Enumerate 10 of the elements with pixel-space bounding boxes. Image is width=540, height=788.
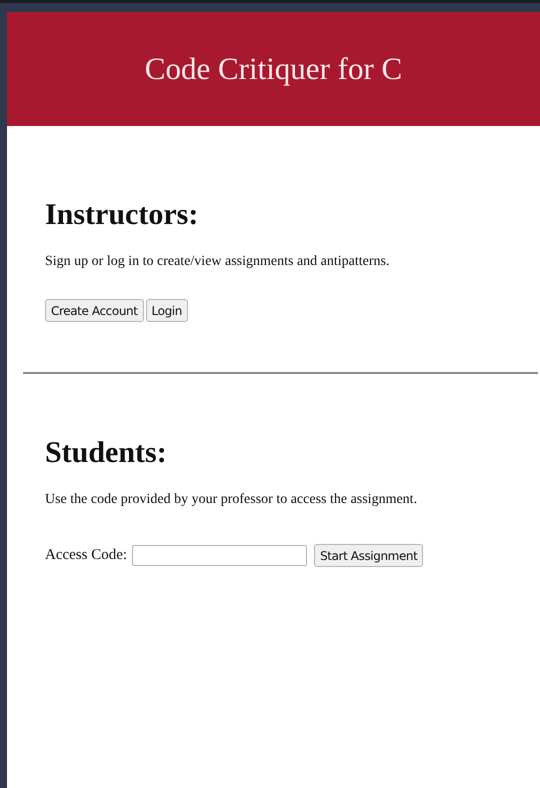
section-heading: Instructors:	[45, 198, 200, 232]
section-heading: Students:	[45, 436, 168, 470]
login-button[interactable]: Login	[146, 299, 188, 322]
access-code-field[interactable]	[132, 545, 308, 566]
field-label: Access Code:	[45, 547, 128, 564]
instructions-text: Use the code provided by your professor to access the assignment.	[45, 492, 418, 508]
start-assignment-button[interactable]: Start Assignment	[314, 544, 424, 567]
create-account-button[interactable]: Create Account	[45, 299, 144, 322]
instructions-text: Sign up or log in to create/view assignments and antipatterns.	[45, 254, 390, 270]
app-title: Code Critiquer for C	[144, 51, 402, 87]
